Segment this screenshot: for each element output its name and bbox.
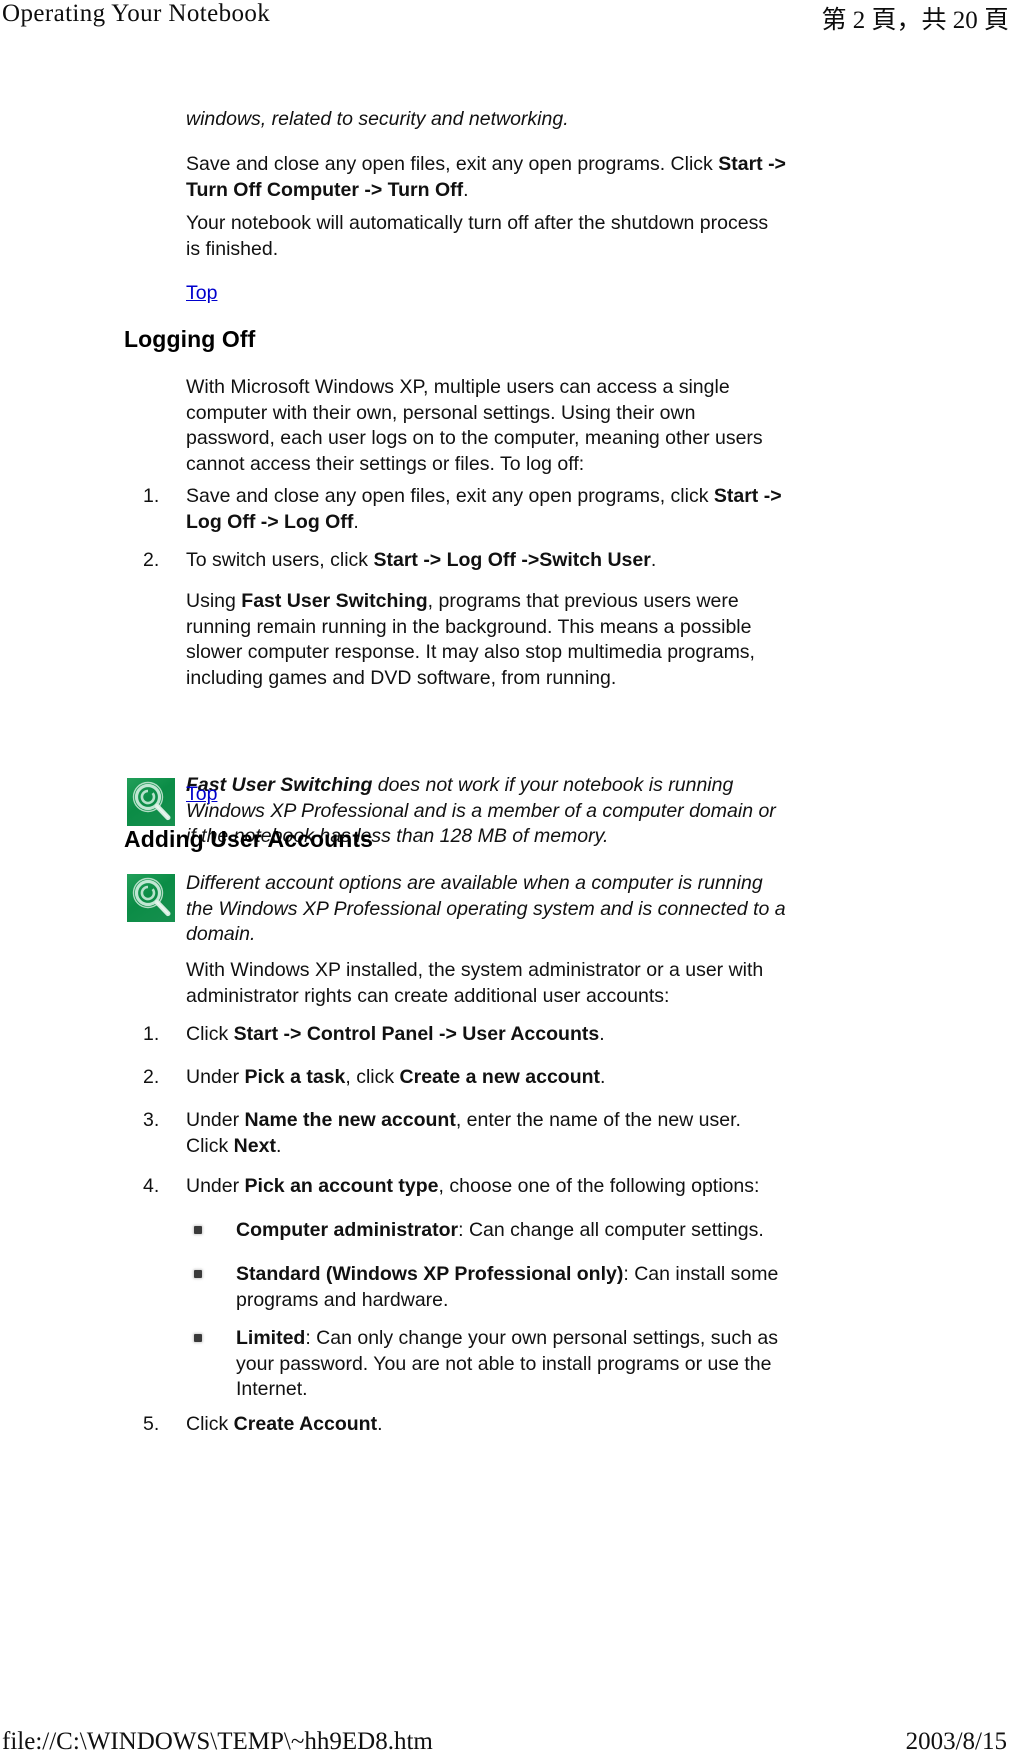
list-item-number: 2. (143, 1066, 160, 1088)
step-text-mid: , click (345, 1066, 400, 1088)
list-item-text: Click Create Account. (186, 1412, 786, 1438)
footer-file-path: file://C:\WINDOWS\TEMP\~hh9ED8.htm (2, 1728, 433, 1754)
step-text-pre: Under (186, 1066, 245, 1088)
account-type-name: Limited (236, 1327, 306, 1349)
list-item-number: 2. (143, 549, 160, 571)
fus-term: Fast User Switching (241, 590, 428, 612)
account-type-description: : Can change all computer settings. (458, 1219, 764, 1241)
bullet-square-icon (194, 1270, 202, 1278)
note-magnifier-icon (127, 874, 175, 922)
list-item-text: Save and close any open files, exit any … (186, 484, 786, 535)
step-text-post: . (275, 1134, 282, 1157)
footer-date: 2003/8/15 (905, 1728, 1007, 1754)
list-item-number: 1. (143, 1023, 160, 1045)
bullet-text: Limited: Can only change your own person… (236, 1326, 786, 1403)
bullet-text: Computer administrator: Can change all c… (236, 1218, 786, 1244)
step-text-post: , choose one of the following options: (438, 1175, 760, 1197)
note-magnifier-icon (127, 778, 175, 826)
step-ui-label: Name the new account (244, 1109, 456, 1131)
paragraph-auto-turn-off: Your notebook will automatically turn of… (186, 212, 769, 260)
header-document-title: Operating Your Notebook (2, 0, 271, 27)
step-text-post: . (353, 510, 359, 533)
step-ui-label: Pick a task (244, 1066, 346, 1088)
list-item-text: Click Start -> Control Panel -> User Acc… (186, 1022, 786, 1048)
list-item-number: 3. (143, 1109, 160, 1131)
account-type-description: : Can only change your own personal sett… (236, 1327, 778, 1400)
step-ui-label: Pick an account type (244, 1175, 439, 1197)
heading-logging-off: Logging Off (124, 326, 256, 352)
fus-text-pre: Using (186, 590, 242, 612)
list-item-text: Under Pick a task, click Create a new ac… (186, 1065, 786, 1091)
shutdown-text-post: . (463, 178, 469, 201)
step-menu-path: Start -> Log Off ->Switch User (373, 549, 651, 571)
paragraph-admin-intro: With Windows XP installed, the system ad… (186, 959, 764, 1007)
header-page-indicator: 第 2 頁，共 20 頁 (821, 7, 1009, 34)
account-type-name: Standard (Windows XP Professional only) (236, 1263, 624, 1285)
step-text-pre: Under (186, 1109, 245, 1131)
list-item-text: Under Name the new account, enter the na… (186, 1108, 786, 1159)
step-ui-action: Create a new account (399, 1066, 601, 1088)
list-item-text: To switch users, click Start -> Log Off … (186, 548, 786, 574)
step-text-pre: Click (186, 1413, 234, 1435)
top-link[interactable]: Top (186, 782, 217, 806)
step-text-post: . (599, 1023, 605, 1045)
step-ui-action: Create Account (233, 1413, 378, 1435)
page-footer: file://C:\WINDOWS\TEMP\~hh9ED8.htm 2003/… (0, 1728, 1013, 1754)
step-text-pre: To switch users, click (186, 549, 374, 571)
step-text-post: . (650, 549, 657, 571)
list-item-number: 5. (143, 1413, 160, 1435)
paragraph-logging-off-intro: With Microsoft Windows XP, multiple user… (186, 376, 763, 475)
list-item-number: 4. (143, 1175, 160, 1197)
paragraph-fast-user-switching: Using Fast User Switching, programs that… (186, 589, 786, 691)
page-header: Operating Your Notebook 第 2 頁，共 20 頁 (0, 0, 1013, 36)
step-ui-action: Next (233, 1134, 276, 1157)
paragraph-shutdown-instruction: Save and close any open files, exit any … (186, 152, 786, 203)
step-menu-path: Start -> Control Panel -> User Accounts (233, 1023, 600, 1045)
list-item-number: 1. (143, 485, 160, 507)
account-type-name: Computer administrator (236, 1219, 459, 1241)
bullet-square-icon (194, 1334, 202, 1342)
bullet-text: Standard (Windows XP Professional only):… (236, 1262, 786, 1313)
step-text-post: . (600, 1066, 606, 1088)
top-link[interactable]: Top (186, 281, 217, 305)
step-text-pre: Click (186, 1023, 234, 1045)
step-text-pre: Save and close any open files, exit any … (186, 485, 714, 507)
bullet-square-icon (194, 1226, 202, 1234)
list-item-text: Under Pick an account type, choose one o… (186, 1174, 786, 1200)
step-text-pre: Under (186, 1175, 245, 1197)
paragraph-intro-italic: windows, related to security and network… (186, 108, 569, 130)
note-text-account-options: Different account options are available … (186, 872, 786, 945)
step-text-post: . (377, 1413, 383, 1435)
shutdown-text-pre: Save and close any open files, exit any … (186, 153, 719, 175)
heading-adding-user-accounts: Adding User Accounts (124, 826, 374, 852)
